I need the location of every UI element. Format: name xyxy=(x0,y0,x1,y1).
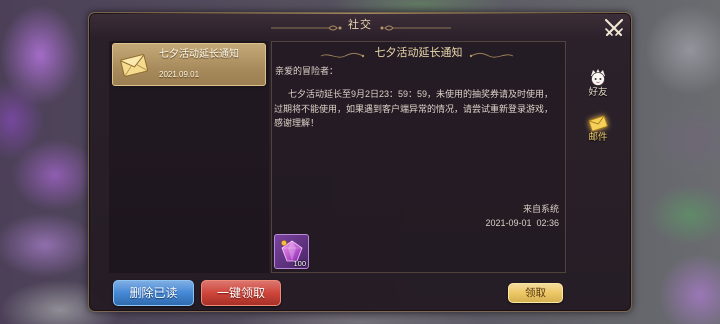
mail-icon xyxy=(587,112,609,134)
mail-body-line: 七夕活动延长至9月2日23：59：59，未使用的抽奖券请及时使用， xyxy=(288,89,554,99)
mail-list-item-date: 2021.09.01 xyxy=(159,70,200,79)
mail-body: 七夕活动延长至9月2日23：59：59，未使用的抽奖券请及时使用， 过期将不能使… xyxy=(274,87,553,131)
mail-body-line: 过期将不能使用，如果遇到客户端异常的情况，请尝试重新登录游戏， xyxy=(274,103,554,114)
mail-list: 七夕活动延长通知 2021.09.01 xyxy=(109,41,269,273)
tab-friends-label: 好友 xyxy=(588,87,608,98)
tab-friends[interactable]: 好友 xyxy=(581,65,615,105)
claim-all-button[interactable]: 一键领取 xyxy=(201,280,281,306)
delete-read-button[interactable]: 删除已读 xyxy=(113,280,194,306)
social-dialog: 社交 七夕活动延长通知 2021.09.01 七夕活动延长通知 亲爱的冒险者： … xyxy=(88,12,632,312)
mail-body-line: 感谢理解！ xyxy=(274,118,320,128)
title-ornament-right xyxy=(379,20,451,31)
tab-mail[interactable]: 邮件 xyxy=(581,110,615,150)
close-icon xyxy=(604,18,624,37)
envelope-icon xyxy=(119,48,149,81)
mail-list-item-title: 七夕活动延长通知 xyxy=(159,49,239,60)
claim-button[interactable]: 领取 xyxy=(508,283,563,303)
mail-title-ornament-right xyxy=(469,48,515,58)
mail-list-item[interactable]: 七夕活动延长通知 2021.09.01 xyxy=(112,43,266,86)
mail-sender: 来自系统 xyxy=(522,204,559,214)
attachment-count: 100 xyxy=(293,259,306,268)
mail-greeting: 亲爱的冒险者： xyxy=(275,66,339,76)
dialog-title: 社交 xyxy=(348,19,372,31)
mail-title: 七夕活动延长通知 xyxy=(374,47,463,59)
tab-mail-label: 邮件 xyxy=(588,132,608,143)
mail-timestamp: 2021-09-01 02:36 xyxy=(485,218,559,228)
friend-icon xyxy=(587,67,609,89)
close-button[interactable] xyxy=(602,16,626,40)
attachment-slot[interactable]: 100 xyxy=(274,234,309,269)
mail-content: 七夕活动延长通知 亲爱的冒险者： 七夕活动延长至9月2日23：59：59，未使用… xyxy=(271,41,566,273)
